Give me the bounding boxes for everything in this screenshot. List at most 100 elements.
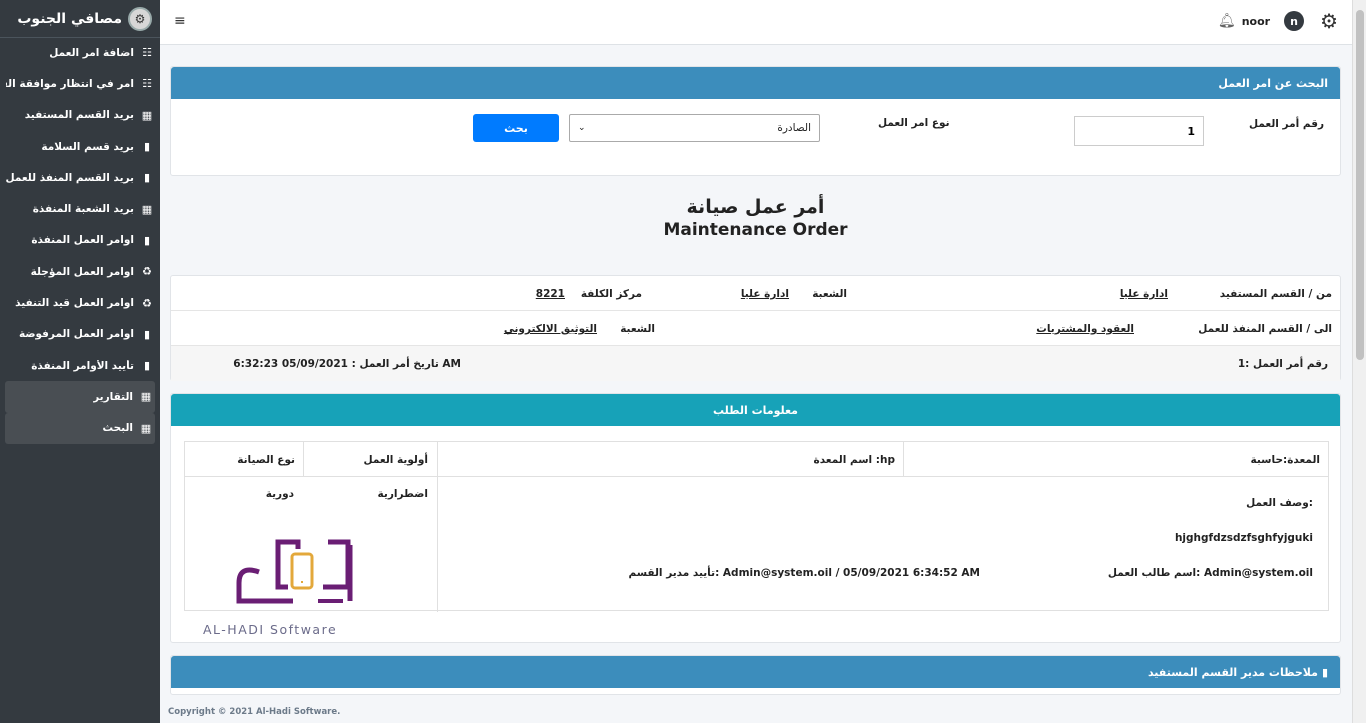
search-button[interactable]: بحث (473, 114, 559, 142)
table-icon: ▦ (141, 202, 153, 216)
sidebar-item-postponed-orders[interactable]: اوامر العمل المؤجلة ♻ (0, 256, 160, 287)
from-value: ادارة عليا (1119, 288, 1168, 300)
copyright-text: Copyright © 2021 Al-Hadi Software. (168, 707, 341, 717)
requester-text: اسم طالب العمل: Admin@system.oil (1107, 567, 1313, 579)
hamburger-menu-icon[interactable]: ≡ (174, 13, 186, 29)
list-icon: ☷ (142, 77, 152, 91)
recycle-icon: ♻ (142, 296, 152, 310)
to-branch-value: التوثيق الالكتروني (503, 323, 597, 335)
from-branch-value: ادارة عليا (740, 288, 789, 300)
sidebar-item-beneficiary-mail[interactable]: بريد القسم المستفيد ▦ (0, 100, 160, 131)
approval-text: تأييد مدير القسم: Admin@system.oil / 05/… (628, 567, 980, 579)
user-area: 🔔︎ noor n ⚙ (1200, 9, 1338, 33)
table-icon: ▦ (140, 390, 152, 404)
priority-label: أولوية العمل (363, 454, 429, 466)
avatar[interactable]: n (1284, 11, 1305, 31)
to-value: العقود والمشتريات (1036, 323, 1134, 335)
notes-card: ملاحظات مدير القسم المستفيد ▮ (170, 655, 1341, 695)
brand[interactable]: مصافي الجنوب ⚙ (0, 0, 160, 38)
sidebar: مصافي الجنوب ⚙ اضافة امر العمل ☷ امر في ا… (0, 0, 160, 723)
sidebar-item-label: التقارير (93, 390, 133, 403)
clipboard-check-icon: ▮ (143, 327, 151, 341)
sidebar-item-label: اوامر العمل المنفذة (31, 234, 134, 247)
chevron-down-icon: ⌄ (578, 123, 586, 133)
sidebar-item-confirm-executed[interactable]: تأييد الأوامر المنفذة ▮ (0, 350, 160, 381)
from-branch-label: الشعبة (812, 288, 847, 300)
order-type-label: نوع امر العمل (878, 117, 950, 129)
clipboard-icon: ▮ (1321, 665, 1328, 679)
order-number-text: رقم أمر العمل :1 (1237, 358, 1328, 370)
sidebar-item-label: بريد قسم السلامة (41, 140, 134, 153)
to-branch-label: الشعبة (620, 323, 655, 335)
bell-icon[interactable]: 🔔︎ (1218, 13, 1236, 29)
table-icon: ▦ (141, 108, 153, 122)
brand-logo-icon: ⚙ (128, 6, 152, 31)
request-info-head-row: المعدة:حاسبة اسم المعدة :hp أولوية العمل… (185, 442, 1328, 477)
al-hadi-logo: AL-HADI Software (203, 537, 363, 637)
order-type-select[interactable]: ⌄ الصادرة (569, 114, 820, 142)
sidebar-item-label: اضافة امر العمل (49, 46, 134, 59)
search-card-header: البحث عن امر العمل (171, 67, 1340, 99)
list-icon: ☷ (142, 46, 152, 60)
document-title-ar: أمر عمل صيانة (686, 196, 825, 218)
sidebar-item-label: اوامر العمل المؤجلة (30, 265, 134, 278)
notes-card-title: ملاحظات مدير القسم المستفيد (1147, 665, 1318, 679)
sidebar-item-reports[interactable]: التقارير ▦ (5, 381, 155, 413)
order-type-selected: الصادرة (777, 122, 811, 134)
request-info-title: معلومات الطلب (713, 403, 798, 417)
order-meta-row: رقم أمر العمل :1 تاريخ أمر العمل : 05/09… (171, 346, 1340, 381)
sidebar-item-add-order[interactable]: اضافة امر العمل ☷ (0, 37, 160, 68)
page-scrollbar[interactable] (1352, 0, 1366, 723)
from-label: من / القسم المستفيد (1219, 288, 1332, 300)
to-label: الى / القسم المنفذ للعمل (1198, 323, 1332, 335)
order-info-card: من / القسم المستفيد ادارة عليا الشعبة اد… (170, 275, 1341, 381)
sidebar-item-label: البحث (102, 422, 133, 435)
file-import-icon: ▮ (143, 171, 151, 185)
file-import-icon: ▮ (143, 140, 151, 154)
description-value: hjghgfdzsdzfsghfyjguki (1174, 532, 1313, 544)
sidebar-item-executed-orders[interactable]: اوامر العمل المنفذة ▮ (0, 225, 160, 256)
users-cog-icon[interactable]: ⚙ (1320, 9, 1338, 33)
equipment-cell: المعدة:حاسبة (1250, 454, 1320, 466)
from-row: من / القسم المستفيد ادارة عليا الشعبة اد… (171, 276, 1340, 311)
request-info-header: معلومات الطلب (171, 394, 1340, 426)
sidebar-item-executing-dept-mail[interactable]: بريد القسم المنفذ للعمل ▮ (0, 162, 160, 193)
sidebar-item-safety-mail[interactable]: بريد قسم السلامة ▮ (0, 131, 160, 162)
divider (437, 442, 438, 612)
sidebar-item-search[interactable]: البحث ▦ (5, 412, 155, 444)
clipboard-check-icon: ▮ (143, 359, 151, 373)
sidebar-item-label: اوامر العمل قيد التنفيذ (15, 297, 134, 310)
priority-value: اضطرارية (377, 488, 428, 500)
maintenance-type-label: نوع الصيانة (237, 454, 295, 466)
clipboard-check-icon: ▮ (143, 233, 151, 247)
sidebar-item-in-progress-orders[interactable]: اوامر العمل قيد التنفيذ ♻ (0, 287, 160, 318)
document-title: أمر عمل صيانة Maintenance Order (170, 196, 1341, 240)
request-info-card: معلومات الطلب المعدة:حاسبة اسم المعدة :h… (170, 393, 1341, 643)
sidebar-item-label: بريد القسم المستفيد (24, 109, 134, 122)
sidebar-item-rejected-orders[interactable]: اوامر العمل المرفوضة ▮ (0, 319, 160, 350)
cost-center-value: 8221 (535, 288, 565, 300)
sidebar-item-label: تأييد الأوامر المنفذة (31, 359, 134, 372)
brand-title: مصافي الجنوب (17, 10, 122, 27)
sidebar-item-pending-approval[interactable]: امر في انتظار موافقة القسم ☷ (0, 68, 160, 99)
username[interactable]: noor (1242, 15, 1270, 28)
sidebar-item-executing-branch-mail[interactable]: بريد الشعبة المنفذة ▦ (0, 193, 160, 224)
notes-card-header: ملاحظات مدير القسم المستفيد ▮ (171, 656, 1340, 688)
al-hadi-logo-mark (236, 539, 353, 604)
order-date-text: تاريخ أمر العمل : 05/09/2021 6:32:23 AM (233, 358, 461, 370)
scrollbar-thumb[interactable] (1356, 10, 1364, 360)
footer: Copyright © 2021 Al-Hadi Software. (168, 707, 340, 717)
cost-center-label: مركز الكلفة (580, 288, 642, 300)
sidebar-item-label: بريد القسم المنفذ للعمل (5, 171, 134, 184)
order-number-label: رقم أمر العمل (1249, 118, 1324, 130)
top-navbar: ≡ 🔔︎ noor n ⚙ (160, 0, 1352, 45)
search-card-title: البحث عن امر العمل (1218, 76, 1328, 90)
sidebar-item-label: امر في انتظار موافقة القسم (6, 77, 134, 90)
equipment-name-cell: اسم المعدة :hp (813, 454, 895, 466)
table-icon: ▦ (140, 421, 152, 435)
search-card: البحث عن امر العمل رقم أمر العمل نوع امر… (170, 66, 1341, 176)
to-row: الى / القسم المنفذ للعمل العقود والمشتري… (171, 311, 1340, 346)
sidebar-nav: اضافة امر العمل ☷ امر في انتظار موافقة ال… (0, 37, 160, 444)
maintenance-type-value: دورية (265, 488, 294, 500)
order-number-input[interactable] (1074, 116, 1204, 146)
